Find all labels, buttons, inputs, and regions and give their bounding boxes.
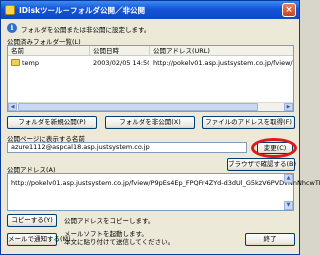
folder-date: 2003/02/05 14:50 [93, 59, 149, 67]
folder-icon [11, 59, 20, 66]
get-file-address-button[interactable]: ファイルのアドレスを取得(F) [202, 116, 295, 129]
scroll-up-icon[interactable]: ▲ [284, 174, 293, 183]
public-name-input[interactable]: azure1112@aspcal18.asp.justsystem.co.jp [7, 142, 247, 153]
info-icon: i [7, 23, 17, 33]
scroll-left-icon[interactable]: ◀ [8, 103, 17, 111]
folder-url: http://pokelv01.asp.justsystem.co.jp/fvi… [153, 59, 293, 67]
copy-description: 公開アドレスをコピーします。 [64, 217, 155, 225]
unpublish-folder-button[interactable]: フォルダを非公開(X) [105, 116, 195, 129]
public-address-field[interactable]: http://pokelv01.asp.justsystem.co.jp/fvi… [7, 173, 320, 211]
info-text: フォルダを公開または非公開に設定します。 [21, 26, 151, 34]
copy-button[interactable]: コピーする(Y) [7, 214, 57, 227]
scroll-right-icon[interactable]: ▶ [284, 103, 293, 111]
list-header: 名前 公開日時 公開アドレス(URL) [8, 46, 293, 56]
scroll-down-icon[interactable]: ▼ [284, 201, 293, 210]
mail-description-line-1: メールソフトを起動します。 [64, 230, 148, 238]
horizontal-scrollbar[interactable]: ◀ ▶ [8, 102, 293, 111]
close-icon[interactable]: × [282, 3, 296, 17]
folder-publish-dialog: IDiskツール－フォルダ公開／非公開 × i フォルダを公開または非公開に設定… [0, 0, 320, 255]
column-header-url[interactable]: 公開アドレス(URL) [150, 46, 294, 56]
app-icon [5, 5, 15, 15]
highlight-ring [251, 138, 297, 158]
window-title: IDiskツール－フォルダ公開／非公開 [19, 6, 146, 15]
scroll-thumb[interactable] [18, 103, 258, 111]
mail-description-line-2: 本文に貼り付けて送信してください。 [64, 238, 175, 246]
exit-button[interactable]: 終了 [245, 233, 295, 246]
open-in-browser-button[interactable]: ブラウザで確認する(B) [227, 158, 296, 171]
public-address-text: http://pokelv01.asp.justsystem.co.jp/fvi… [11, 179, 320, 187]
column-header-date[interactable]: 公開日時 [90, 46, 150, 56]
publish-folder-button[interactable]: フォルダを新規公開(P) [7, 116, 97, 129]
column-header-name[interactable]: 名前 [8, 46, 90, 56]
send-mail-button[interactable]: メールで通知する(M) [7, 233, 71, 246]
list-item[interactable]: temp 2003/02/05 14:50 http://pokelv01.as… [8, 58, 293, 68]
published-folder-list[interactable]: 名前 公開日時 公開アドレス(URL) temp 2003/02/05 14:5… [7, 45, 294, 112]
folder-name: temp [22, 59, 40, 67]
title-bar[interactable]: IDiskツール－フォルダ公開／非公開 × [1, 1, 299, 19]
